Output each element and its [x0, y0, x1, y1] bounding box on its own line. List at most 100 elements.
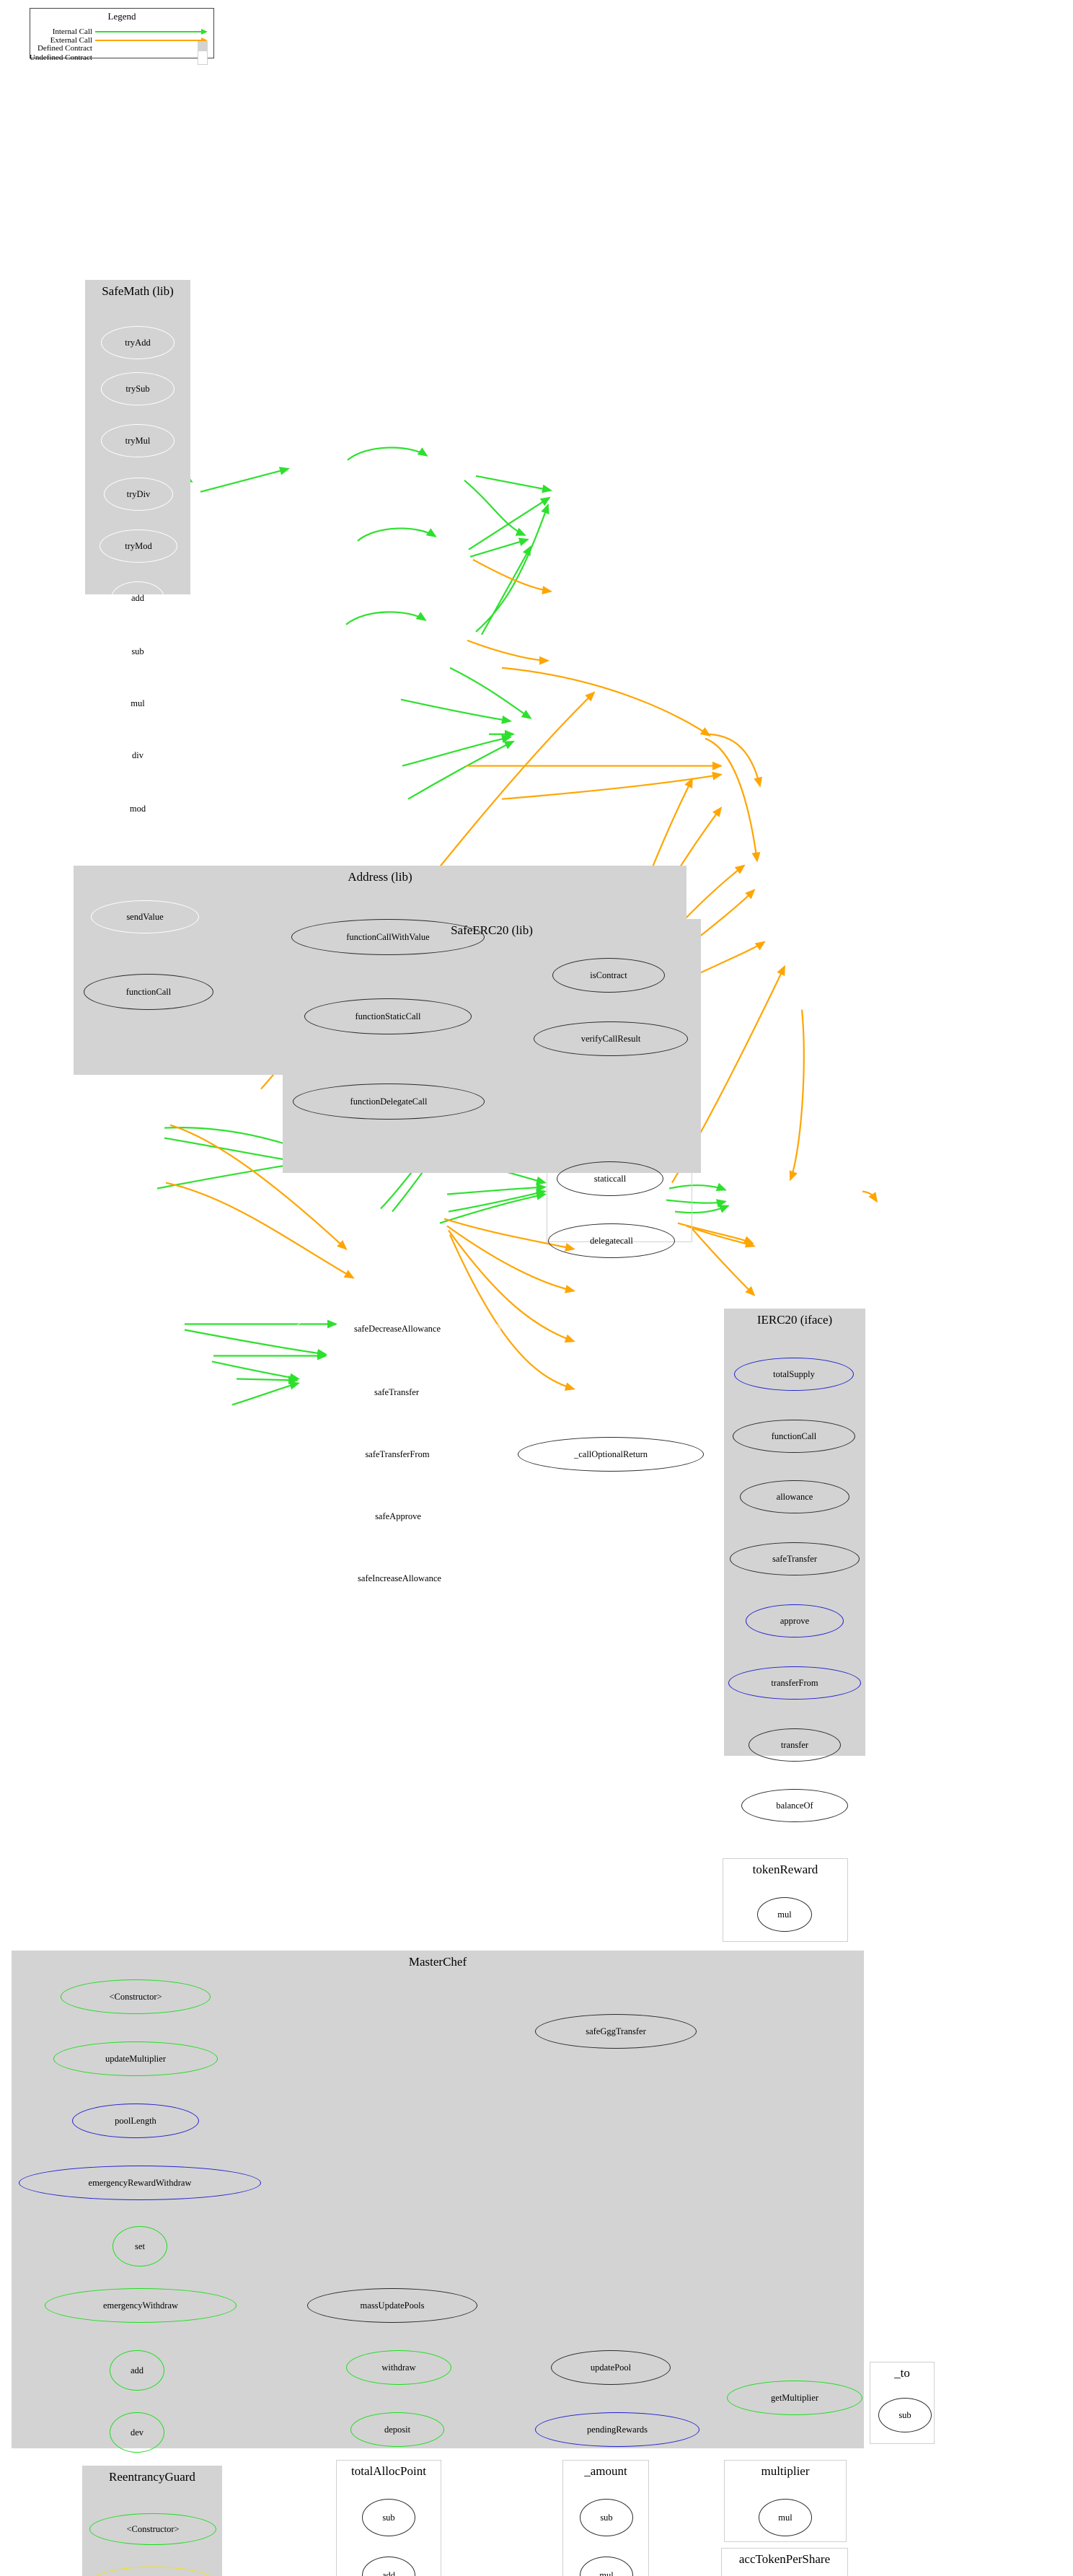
- node-label-tg_delegatecall: delegatecall: [590, 1235, 633, 1246]
- node-se_stf[interactable]: safeTransferFrom: [307, 1437, 487, 1472]
- node-rg_ctor[interactable]: <Constructor>: [89, 2513, 216, 2545]
- node-se_sda[interactable]: safeDecreaseAllowance: [294, 1311, 500, 1346]
- node-label-mc_pendingRewards: pendingRewards: [586, 2424, 648, 2435]
- node-mp_mul[interactable]: mul: [759, 2499, 812, 2536]
- node-sm_tryDiv[interactable]: tryDiv: [104, 478, 173, 511]
- node-sm_mul[interactable]: mul: [111, 687, 164, 720]
- node-ie_balanceOf[interactable]: balanceOf: [741, 1789, 848, 1822]
- node-tr_mul[interactable]: mul: [757, 1897, 812, 1932]
- node-sm_sub[interactable]: sub: [111, 635, 164, 668]
- node-ad_fsc[interactable]: functionStaticCall: [304, 998, 472, 1034]
- node-label-ad_fdc: functionDelegateCall: [350, 1096, 428, 1107]
- node-label-sm_div: div: [132, 749, 143, 760]
- node-mc_dev[interactable]: dev: [110, 2412, 164, 2453]
- node-label-mc_erw: emergencyRewardWithdraw: [88, 2177, 192, 2188]
- node-se_st[interactable]: safeTransfer: [329, 1375, 464, 1410]
- node-label-mc_poolLength: poolLength: [115, 2115, 156, 2126]
- node-ad_fc[interactable]: functionCall: [84, 974, 213, 1010]
- node-mc_set[interactable]: set: [112, 2226, 167, 2267]
- cluster-label-masterchef: MasterChef: [408, 1955, 467, 1969]
- node-tap_sub[interactable]: sub: [362, 2499, 415, 2536]
- node-ad_fdc[interactable]: functionDelegateCall: [293, 1083, 485, 1120]
- node-label-mc_mup: massUpdatePools: [360, 2300, 425, 2311]
- node-ie_approve[interactable]: approve: [746, 1604, 844, 1638]
- node-label-to_sub: sub: [898, 2409, 911, 2420]
- node-mc_deposit[interactable]: deposit: [350, 2412, 444, 2447]
- node-mc_withdraw[interactable]: withdraw: [346, 2350, 451, 2385]
- cluster-accTokenPerShare: accTokenPerShare: [721, 2548, 848, 2576]
- node-mc_erw[interactable]: emergencyRewardWithdraw: [19, 2166, 261, 2200]
- node-label-ie_approve: approve: [780, 1615, 810, 1626]
- node-label-rg_ctor: <Constructor>: [126, 2523, 180, 2534]
- node-mc_sggt[interactable]: safeGggTransfer: [535, 2014, 697, 2049]
- node-label-se_sa: safeApprove: [375, 1511, 421, 1521]
- node-label-sm_tryDiv: tryDiv: [126, 488, 151, 499]
- node-mc_ctor[interactable]: <Constructor>: [61, 1979, 211, 2014]
- node-label-ad_fcwv: functionCallWithValue: [346, 931, 430, 942]
- node-label-se_sia: safeIncreaseAllowance: [358, 1573, 441, 1583]
- node-label-sm_sub: sub: [131, 646, 144, 656]
- node-label-sm_trySub: trySub: [125, 383, 150, 394]
- node-se_sia[interactable]: safeIncreaseAllowance: [297, 1561, 502, 1596]
- node-mc_updateMultiplier[interactable]: updateMultiplier: [53, 2041, 218, 2076]
- node-tg_staticcall[interactable]: staticcall: [557, 1161, 663, 1196]
- node-ie_totalSupply[interactable]: totalSupply: [734, 1358, 854, 1391]
- node-ad_vcr[interactable]: verifyCallResult: [534, 1021, 688, 1056]
- node-mc_getMultiplier[interactable]: getMultiplier: [727, 2381, 862, 2415]
- node-label-ie_totalSupply: totalSupply: [773, 1368, 815, 1379]
- node-label-sm_tryMul: tryMul: [125, 435, 151, 446]
- node-label-tg_staticcall: staticcall: [593, 1173, 627, 1184]
- node-ie_transferFrom[interactable]: transferFrom: [728, 1666, 861, 1700]
- node-ad_fcwv[interactable]: functionCallWithValue: [291, 919, 485, 955]
- node-sm_tryAdd[interactable]: tryAdd: [101, 326, 175, 359]
- node-label-mc_ctor: <Constructor>: [109, 1991, 162, 2002]
- node-mc_ew[interactable]: emergencyWithdraw: [45, 2288, 237, 2323]
- node-sm_tryMul[interactable]: tryMul: [101, 424, 175, 457]
- node-tg_delegatecall[interactable]: delegatecall: [548, 1223, 675, 1258]
- node-label-se_cor: _callOptionalReturn: [573, 1449, 648, 1459]
- node-label-mc_dev: dev: [130, 2427, 144, 2437]
- legend-label-defined-contract: Defined Contract: [37, 44, 92, 53]
- legend-row-internal-call: Internal Call: [53, 27, 208, 36]
- node-ie_allowance[interactable]: allowance: [740, 1480, 849, 1513]
- node-sm_tryMod[interactable]: tryMod: [100, 529, 177, 563]
- node-sm_mod[interactable]: mod: [111, 792, 164, 825]
- cluster-label-safemath: SafeMath (lib): [102, 284, 174, 298]
- node-label-am_sub: sub: [600, 2512, 613, 2523]
- node-ie_transfer[interactable]: transfer: [749, 1728, 841, 1762]
- node-label-ie_balanceOf: balanceOf: [776, 1800, 813, 1811]
- node-sm_add[interactable]: add: [111, 581, 164, 615]
- node-ad_isContract[interactable]: isContract: [552, 958, 665, 993]
- node-label-se_st: safeTransfer: [374, 1386, 420, 1397]
- node-se_sa[interactable]: safeApprove: [332, 1499, 464, 1534]
- node-label-mc_updateMultiplier: updateMultiplier: [105, 2053, 166, 2064]
- node-label-ie_transfer: transfer: [780, 1739, 809, 1750]
- node-label-ad_vcr: verifyCallResult: [580, 1033, 641, 1044]
- node-mc_mup[interactable]: massUpdatePools: [307, 2288, 477, 2323]
- cluster-label-tokenReward: tokenReward: [752, 1863, 818, 1876]
- node-label-mc_ew: emergencyWithdraw: [102, 2300, 179, 2311]
- node-to_sub[interactable]: sub: [878, 2398, 932, 2432]
- node-mc_updatePool[interactable]: updatePool: [551, 2350, 671, 2385]
- node-sm_div[interactable]: div: [112, 739, 163, 772]
- node-label-sm_mod: mod: [129, 803, 146, 814]
- node-am_sub[interactable]: sub: [580, 2499, 633, 2536]
- node-label-ad_isContract: isContract: [590, 970, 627, 980]
- node-label-mc_add: add: [130, 2365, 144, 2375]
- cluster-label-reentrancyguard: ReentrancyGuard: [109, 2470, 195, 2484]
- legend-row-defined-contract: Defined Contract: [37, 41, 208, 56]
- node-mc_pendingRewards[interactable]: pendingRewards: [535, 2412, 699, 2447]
- call-graph-canvas: Legend Internal Call External Call Defin…: [0, 0, 1073, 2576]
- node-sm_trySub[interactable]: trySub: [101, 372, 175, 405]
- node-label-tap_add: add: [381, 2570, 396, 2576]
- node-label-am_mul: mul: [599, 2570, 614, 2576]
- node-ie_functionCall[interactable]: functionCall: [733, 1420, 855, 1453]
- node-ad_sendValue[interactable]: sendValue: [91, 900, 199, 933]
- node-mc_add[interactable]: add: [110, 2350, 164, 2391]
- node-se_cor[interactable]: _callOptionalReturn: [518, 1437, 704, 1472]
- node-label-mc_deposit: deposit: [384, 2424, 411, 2435]
- node-label-mc_withdraw: withdraw: [381, 2362, 416, 2373]
- node-label-ad_sendValue: sendValue: [126, 911, 164, 922]
- node-ie_safeTransfer[interactable]: safeTransfer: [730, 1542, 860, 1575]
- node-mc_poolLength[interactable]: poolLength: [72, 2104, 199, 2138]
